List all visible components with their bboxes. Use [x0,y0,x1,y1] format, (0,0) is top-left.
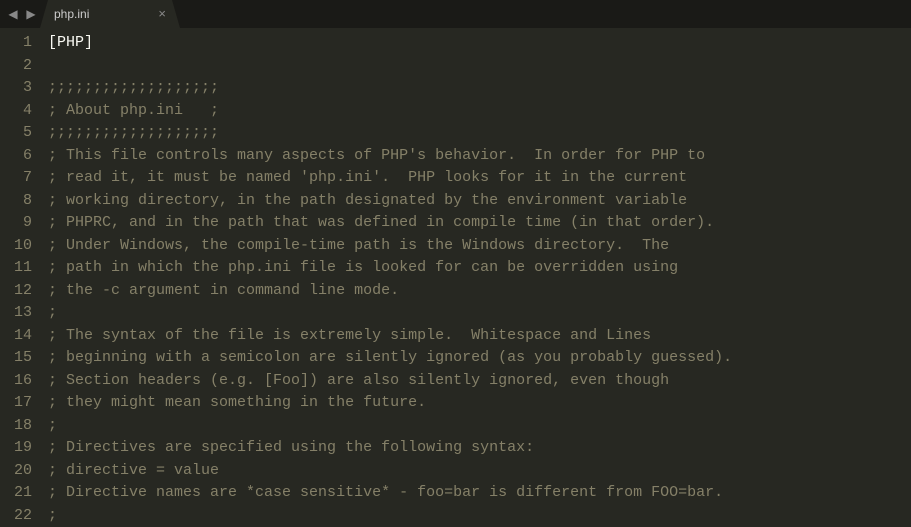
code-line[interactable]: ; working directory, in the path designa… [48,190,732,213]
code-line[interactable]: ; read it, it must be named 'php.ini'. P… [48,167,732,190]
line-number: 10 [14,235,32,258]
code-line[interactable]: ;;;;;;;;;;;;;;;;;;; [48,77,732,100]
code-line[interactable]: ; Directives are specified using the fol… [48,437,732,460]
close-icon[interactable]: × [154,7,170,22]
line-number: 12 [14,280,32,303]
code-line[interactable]: ; [48,415,732,438]
tab-title: php.ini [54,7,89,21]
line-number: 3 [14,77,32,100]
line-number: 16 [14,370,32,393]
line-number: 21 [14,482,32,505]
code-area[interactable]: [PHP];;;;;;;;;;;;;;;;;;;; About php.ini … [48,32,732,509]
line-number: 22 [14,505,32,527]
line-number: 18 [14,415,32,438]
code-line[interactable]: [PHP] [48,32,732,55]
line-number: 14 [14,325,32,348]
nav-arrows: ◀ ▶ [0,0,44,28]
line-number: 11 [14,257,32,280]
line-number: 5 [14,122,32,145]
code-line[interactable]: ; This file controls many aspects of PHP… [48,145,732,168]
line-number: 1 [14,32,32,55]
line-number: 9 [14,212,32,235]
tab-bar: ◀ ▶ php.ini × [0,0,911,28]
code-line[interactable]: ; PHPRC, and in the path that was define… [48,212,732,235]
line-number-gutter: 12345678910111213141516171819202122 [0,32,48,509]
line-number: 17 [14,392,32,415]
code-line[interactable]: ; path in which the php.ini file is look… [48,257,732,280]
editor[interactable]: 12345678910111213141516171819202122 [PHP… [0,28,911,509]
code-line[interactable]: ; Under Windows, the compile-time path i… [48,235,732,258]
code-line[interactable]: ; the -c argument in command line mode. [48,280,732,303]
line-number: 6 [14,145,32,168]
line-number: 8 [14,190,32,213]
code-line[interactable]: ; directive = value [48,460,732,483]
code-line[interactable]: ;;;;;;;;;;;;;;;;;;; [48,122,732,145]
line-number: 20 [14,460,32,483]
line-number: 7 [14,167,32,190]
line-number: 4 [14,100,32,123]
code-line[interactable]: ; beginning with a semicolon are silentl… [48,347,732,370]
code-line[interactable]: ; [48,302,732,325]
code-line[interactable]: ; About php.ini ; [48,100,732,123]
line-number: 2 [14,55,32,78]
nav-left-icon[interactable]: ◀ [6,7,20,22]
code-line[interactable] [48,55,732,78]
code-line[interactable]: ; Directive names are *case sensitive* -… [48,482,732,505]
tab-phpini[interactable]: php.ini × [40,0,180,28]
code-line[interactable]: ; Section headers (e.g. [Foo]) are also … [48,370,732,393]
line-number: 15 [14,347,32,370]
nav-right-icon[interactable]: ▶ [24,7,38,22]
line-number: 19 [14,437,32,460]
code-line[interactable]: ; The syntax of the file is extremely si… [48,325,732,348]
code-line[interactable]: ; they might mean something in the futur… [48,392,732,415]
code-line[interactable]: ; [48,505,732,527]
line-number: 13 [14,302,32,325]
